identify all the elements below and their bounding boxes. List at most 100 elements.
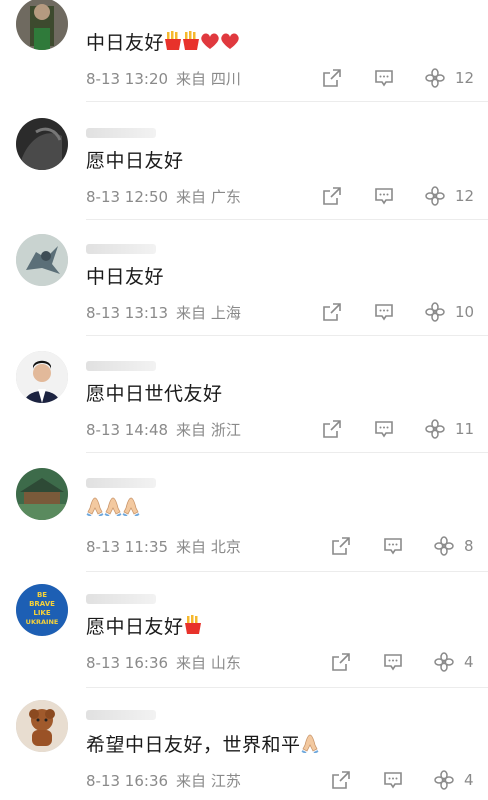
red-heart-emoji xyxy=(200,32,220,55)
share-icon xyxy=(332,537,350,555)
like-count: 4 xyxy=(464,653,474,671)
share-icon xyxy=(332,653,350,671)
share-button[interactable] xyxy=(322,184,342,208)
comment-item: 8-13 11:35 来自 北京 8 xyxy=(0,468,488,586)
like-button[interactable]: 12 xyxy=(425,184,474,208)
share-icon xyxy=(332,771,350,789)
like-button[interactable]: 8 xyxy=(434,534,474,558)
avatar-badge-line: BE xyxy=(37,591,47,599)
comment-text: 中日友好 xyxy=(86,28,240,56)
username-blurred xyxy=(86,361,156,371)
username-blurred xyxy=(86,710,156,720)
avatar[interactable] xyxy=(16,351,68,403)
like-icon xyxy=(425,186,445,206)
folded-hands-emoji xyxy=(301,733,319,758)
comment-actions: 10 xyxy=(0,300,488,324)
comment-item: 愿中日友好 8-13 12:50 来自 广东 12 xyxy=(0,118,488,236)
username-blurred xyxy=(86,244,156,254)
comment-icon xyxy=(375,304,393,321)
avatar-badge-line: UKRAINE xyxy=(26,618,59,626)
like-button[interactable]: 12 xyxy=(425,66,474,90)
comment-icon xyxy=(384,654,402,671)
comment-button[interactable] xyxy=(374,300,394,324)
username-blurred xyxy=(86,478,156,488)
comment-button[interactable] xyxy=(383,768,403,792)
like-button[interactable]: 4 xyxy=(434,768,474,792)
comment-actions: 11 xyxy=(0,417,488,441)
share-icon xyxy=(323,420,341,438)
like-count: 10 xyxy=(455,303,475,321)
divider xyxy=(86,219,488,220)
like-icon xyxy=(425,68,445,88)
share-button[interactable] xyxy=(331,650,351,674)
divider xyxy=(86,687,488,688)
like-count: 12 xyxy=(455,69,475,87)
fries-emoji xyxy=(164,31,182,56)
avatar-badge-line: LIKE xyxy=(33,609,50,617)
share-icon xyxy=(323,69,341,87)
share-icon xyxy=(323,303,341,321)
comment-item: 愿中日世代友好 8-13 14:48 来自 浙江 11 xyxy=(0,351,488,469)
comment-actions: 4 xyxy=(0,650,488,674)
like-count: 12 xyxy=(455,187,475,205)
comment-icon xyxy=(384,772,402,789)
comment-actions: 4 xyxy=(0,768,488,792)
comment-button[interactable] xyxy=(374,66,394,90)
folded-hands-emoji xyxy=(86,496,104,521)
share-button[interactable] xyxy=(331,768,351,792)
avatar[interactable] xyxy=(16,234,68,286)
comment-feed: 中日友好 8-13 13:20 来自 四川 12 愿中日友好 8-13 12:50… xyxy=(0,0,488,800)
comment-item: 希望中日友好，世界和平 8-13 16:36 来自 江苏 4 xyxy=(0,700,488,800)
avatar[interactable] xyxy=(16,0,68,50)
like-count: 4 xyxy=(464,771,474,789)
like-icon xyxy=(434,536,454,556)
share-button[interactable] xyxy=(322,300,342,324)
comment-icon xyxy=(375,421,393,438)
folded-hands-emoji xyxy=(122,496,140,521)
comment-item: 中日友好 8-13 13:20 来自 四川 12 xyxy=(0,0,488,110)
divider xyxy=(86,571,488,572)
comment-button[interactable] xyxy=(383,534,403,558)
share-button[interactable] xyxy=(322,417,342,441)
comment-icon xyxy=(375,188,393,205)
avatar[interactable] xyxy=(16,468,68,520)
comment-button[interactable] xyxy=(383,650,403,674)
comment-actions: 12 xyxy=(0,184,488,208)
comment-text: 愿中日友好 xyxy=(86,150,184,172)
share-button[interactable] xyxy=(322,66,342,90)
like-button[interactable]: 11 xyxy=(425,417,474,441)
comment-actions: 8 xyxy=(0,534,488,558)
divider xyxy=(86,335,488,336)
divider xyxy=(86,101,488,102)
comment-actions: 12 xyxy=(0,66,488,90)
avatar[interactable]: BE BRAVE LIKE UKRAINE xyxy=(16,584,68,636)
like-icon xyxy=(425,419,445,439)
fries-emoji xyxy=(182,31,200,56)
like-button[interactable]: 4 xyxy=(434,650,474,674)
folded-hands-emoji xyxy=(104,496,122,521)
like-icon xyxy=(434,652,454,672)
comment-button[interactable] xyxy=(374,184,394,208)
like-count: 11 xyxy=(455,420,475,438)
comment-icon xyxy=(375,70,393,87)
comment-text: 愿中日友好 xyxy=(86,612,202,640)
comment-button[interactable] xyxy=(374,417,394,441)
red-heart-emoji xyxy=(220,32,240,55)
comment-text: 希望中日友好，世界和平 xyxy=(86,730,319,758)
avatar-badge-line: BRAVE xyxy=(29,600,55,608)
fries-emoji xyxy=(184,615,202,640)
username-blurred xyxy=(86,594,156,604)
username-blurred xyxy=(86,128,156,138)
avatar[interactable] xyxy=(16,118,68,170)
like-icon xyxy=(434,770,454,790)
comment-text: 愿中日世代友好 xyxy=(86,383,223,405)
comment-item: 中日友好 8-13 13:13 来自 上海 10 xyxy=(0,234,488,352)
comment-icon xyxy=(384,538,402,555)
like-button[interactable]: 10 xyxy=(425,300,474,324)
share-button[interactable] xyxy=(331,534,351,558)
comment-item: BE BRAVE LIKE UKRAINE 愿中日友好 8-13 16:36 来自… xyxy=(0,584,488,702)
avatar[interactable] xyxy=(16,700,68,752)
divider xyxy=(86,452,488,453)
like-icon xyxy=(425,302,445,322)
comment-text: 中日友好 xyxy=(86,266,165,288)
